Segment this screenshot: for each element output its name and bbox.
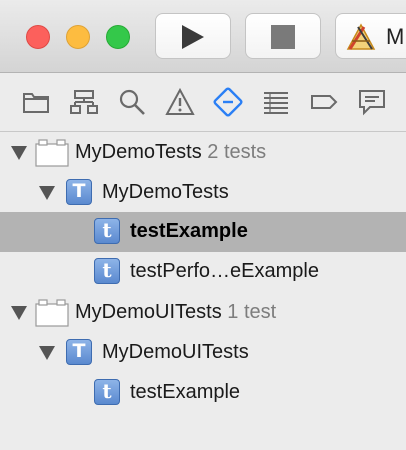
stop-button[interactable] bbox=[245, 13, 321, 59]
report-icon[interactable] bbox=[357, 87, 387, 117]
test-bundle-label: MyDemoUITests 1 test bbox=[75, 300, 276, 324]
scheme-label: M bbox=[386, 24, 405, 49]
minimize-window-button[interactable] bbox=[66, 25, 90, 49]
test-method-icon: t bbox=[94, 258, 120, 284]
test-method-row[interactable]: t testExample bbox=[0, 212, 406, 252]
zoom-window-button[interactable] bbox=[106, 25, 130, 49]
debug-icon[interactable] bbox=[261, 87, 291, 117]
test-bundle-name: MyDemoTests bbox=[75, 141, 202, 163]
disclosure-triangle-icon[interactable] bbox=[11, 146, 27, 160]
warning-icon[interactable] bbox=[165, 87, 195, 117]
toolbar: M bbox=[0, 0, 406, 73]
test-method-icon: t bbox=[94, 379, 120, 405]
test-class-icon: T bbox=[66, 179, 92, 205]
test-method-row[interactable]: t testExample bbox=[0, 373, 406, 413]
test-class-label: MyDemoUITests bbox=[102, 341, 249, 363]
play-icon bbox=[182, 25, 204, 49]
xcode-window: M MyDemoTests 2 tests T MyDemoTests t te… bbox=[0, 0, 406, 450]
test-bundle-icon bbox=[35, 299, 69, 327]
test-method-label: testExample bbox=[130, 381, 241, 403]
test-navigator-icon[interactable] bbox=[213, 87, 243, 117]
test-bundle-icon bbox=[35, 139, 69, 167]
test-bundle-name: MyDemoUITests bbox=[75, 301, 222, 323]
test-class-row[interactable]: T MyDemoTests bbox=[0, 173, 406, 213]
test-count: 2 tests bbox=[207, 141, 267, 163]
disclosure-triangle-icon[interactable] bbox=[39, 186, 55, 200]
test-count: 1 test bbox=[227, 301, 277, 323]
test-bundle-label: MyDemoTests 2 tests bbox=[75, 140, 266, 164]
test-class-row[interactable]: T MyDemoUITests bbox=[0, 333, 406, 373]
disclosure-triangle-icon[interactable] bbox=[39, 346, 55, 360]
test-class-icon: T bbox=[66, 339, 92, 365]
test-method-row[interactable]: t testPerfo…eExample bbox=[0, 252, 406, 292]
test-method-label: testPerfo…eExample bbox=[130, 260, 319, 282]
test-class-label: MyDemoTests bbox=[102, 181, 229, 203]
test-bundle-row[interactable]: MyDemoUITests 1 test bbox=[0, 293, 406, 333]
hierarchy-icon[interactable] bbox=[69, 87, 99, 117]
close-window-button[interactable] bbox=[26, 25, 50, 49]
test-navigator-tree: MyDemoTests 2 tests T MyDemoTests t test… bbox=[0, 132, 406, 450]
test-bundle-row[interactable]: MyDemoTests 2 tests bbox=[0, 133, 406, 173]
disclosure-triangle-icon[interactable] bbox=[11, 306, 27, 320]
stop-icon bbox=[271, 25, 295, 49]
test-method-label: testExample bbox=[130, 220, 248, 242]
scheme-selector[interactable]: M bbox=[335, 13, 406, 59]
navigator-tab-bar bbox=[0, 73, 406, 132]
xcode-app-icon bbox=[346, 23, 376, 50]
folder-icon[interactable] bbox=[21, 87, 51, 117]
search-icon[interactable] bbox=[117, 87, 147, 117]
run-button[interactable] bbox=[155, 13, 231, 59]
test-method-icon: t bbox=[94, 218, 120, 244]
breakpoint-icon[interactable] bbox=[309, 87, 339, 117]
